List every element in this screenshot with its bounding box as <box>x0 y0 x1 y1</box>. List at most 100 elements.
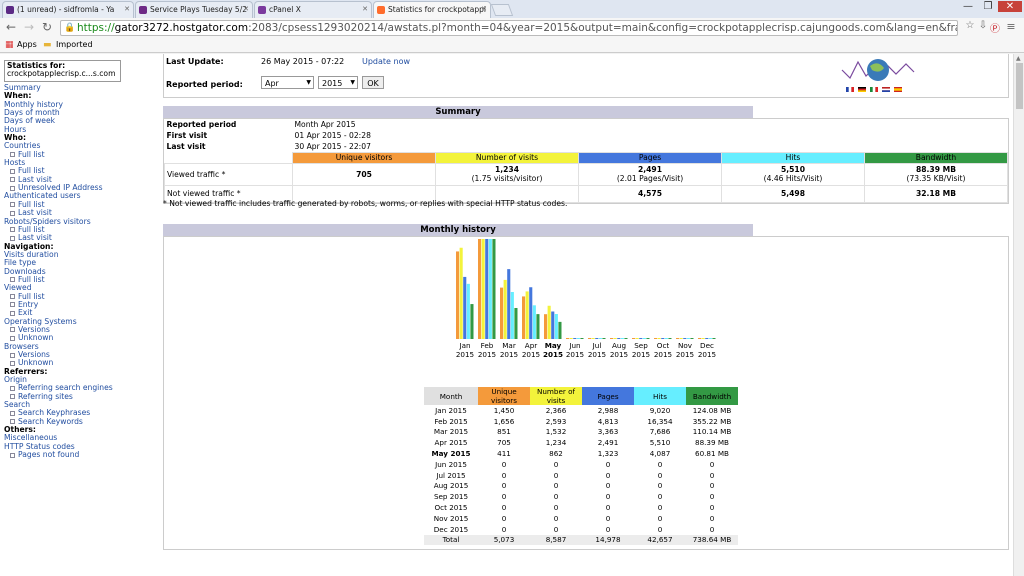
url-input[interactable]: 🔒 https://gator3272.hostgator.com:2083/cp… <box>60 20 958 36</box>
table-row: Jul 2015 0 0 0 0 0 <box>424 470 738 481</box>
bar-bandwidth <box>624 338 628 339</box>
scroll-up-icon[interactable]: ▲ <box>1016 55 1021 62</box>
year-tick-label: 2015 <box>500 350 518 359</box>
ok-button[interactable]: OK <box>362 76 384 89</box>
subitem-icon <box>10 394 15 400</box>
month-cell: Jul 2015 <box>436 470 466 480</box>
table-header: Month <box>424 387 478 405</box>
vertical-scrollbar[interactable]: ▲ <box>1013 54 1024 576</box>
header-box: Last Update: 26 May 2015 - 07:22 Update … <box>163 54 1009 98</box>
month-select[interactable]: Apr ▼ <box>261 76 314 89</box>
year-value: 2015 <box>322 79 343 88</box>
value-cell: 0 <box>553 503 559 513</box>
year-tick-label: 2015 <box>654 350 672 359</box>
stats-for-box: Statistics for: crockpotapplecrisp.c...s… <box>4 60 121 82</box>
value-cell: 0 <box>605 459 611 469</box>
value-cell: 0 <box>709 513 715 523</box>
bookmark-apps[interactable]: Apps <box>17 40 37 49</box>
scrollbar-thumb[interactable] <box>1016 63 1023 109</box>
bar-hits <box>576 338 580 339</box>
summary-column-header: Pages <box>578 151 722 164</box>
value-cell: 0 <box>709 459 715 469</box>
value-cell: 0 <box>553 459 559 469</box>
table-row: Feb 2015 1,656 2,593 4,813 16,354 355.22 MB <box>424 416 738 427</box>
bar-pages <box>463 276 467 339</box>
month-cell: Apr 2015 <box>434 438 468 448</box>
close-tab-icon[interactable]: ✕ <box>124 5 130 13</box>
back-icon[interactable]: ← <box>4 20 18 34</box>
update-now-link[interactable]: Update now <box>362 57 410 66</box>
bar-unique-visitors <box>676 338 680 339</box>
bar-bandwidth <box>558 321 562 339</box>
sidebar-item[interactable]: Pages not found <box>4 450 159 459</box>
viewed-traffic-cell: 705 <box>292 162 436 186</box>
bar-hits <box>598 338 602 339</box>
value-cell: 0 <box>553 470 559 480</box>
reload-icon[interactable]: ↻ <box>40 20 54 34</box>
sidebar-item[interactable]: Days of week <box>4 117 159 125</box>
year-select[interactable]: 2015 ▼ <box>318 76 358 89</box>
summary-box: Reported period Month Apr 2015 First vis… <box>163 118 1009 204</box>
close-tab-icon[interactable]: ✕ <box>362 5 368 13</box>
cell-subvalue: (73.35 KB/Visit) <box>906 174 966 183</box>
viewed-traffic-row: Viewed traffic * 705 1,234 (1.75 visits/vi… <box>164 162 1008 186</box>
bar-bandwidth <box>602 338 606 339</box>
value-cell: 88.39 MB <box>695 438 729 448</box>
month-tick-label: Jan <box>458 341 470 350</box>
bar-hits <box>510 292 514 339</box>
minimize-icon[interactable]: — <box>958 1 978 12</box>
summary-column-header: Hits <box>721 151 865 164</box>
viewed-traffic-cell: 88.39 MB (73.35 KB/Visit) <box>864 162 1008 186</box>
blank-cell <box>165 152 293 163</box>
new-tab-button[interactable] <box>490 4 514 16</box>
bar-pages <box>639 338 643 339</box>
tab-statistics[interactable]: Statistics for crockpotappl ✕ <box>373 1 491 18</box>
cell-value: 2,491 <box>637 165 663 174</box>
value-cell: 0 <box>605 481 611 491</box>
bar-hits <box>488 239 492 339</box>
value-cell: 2,593 <box>545 416 567 426</box>
bar-hits <box>532 305 536 339</box>
tab-yahoo-mail[interactable]: (1 unread) - sidfromla - Ya ✕ <box>2 1 134 18</box>
sidebar-item[interactable]: Full list <box>4 150 159 159</box>
table-row: Sep 2015 0 0 0 0 0 <box>424 491 738 502</box>
bar-unique-visitors <box>610 338 614 339</box>
tab-cpanel[interactable]: cPanel X ✕ <box>254 1 372 18</box>
folder-icon: ▬ <box>43 40 52 50</box>
bookmarks-bar: ▦ Apps ▬ Imported <box>0 38 1024 53</box>
bar-hits <box>686 338 690 339</box>
bar-unique-visitors <box>632 338 636 339</box>
sidebar-item[interactable]: Hours <box>4 125 159 134</box>
table-header: Number of visits <box>530 387 582 405</box>
pinterest-icon[interactable]: Ⓟ <box>988 20 1002 35</box>
bar-number-of-visits <box>481 239 485 339</box>
maximize-icon[interactable]: ❐ <box>978 1 998 12</box>
bar-number-of-visits <box>525 291 529 339</box>
close-window-icon[interactable]: ✕ <box>998 1 1022 12</box>
bar-pages <box>485 239 489 339</box>
close-tab-icon[interactable]: ✕ <box>243 5 249 13</box>
month-tick-label: Apr <box>525 341 537 350</box>
value-cell: 0 <box>605 503 611 513</box>
bar-pages <box>661 338 665 339</box>
value-cell: 0 <box>657 513 663 523</box>
bar-number-of-visits <box>547 305 551 339</box>
browser-chrome: (1 unread) - sidfromla - Ya ✕ Service Pla… <box>0 0 1024 54</box>
bar-pages <box>595 338 599 339</box>
year-tick-label: 2015 <box>676 350 694 359</box>
value-cell: 7,686 <box>649 427 671 437</box>
month-tick-label: Aug <box>612 341 626 350</box>
value-cell: 4,813 <box>597 416 619 426</box>
star-icon[interactable]: ☆ <box>963 20 977 31</box>
bookmark-imported[interactable]: Imported <box>56 40 93 49</box>
forward-icon[interactable]: → <box>22 20 36 34</box>
close-tab-icon[interactable]: ✕ <box>481 5 487 13</box>
summary-column-header: Unique visitors <box>292 151 436 164</box>
year-tick-label: 2015 <box>610 350 628 359</box>
month-cell: Jun 2015 <box>435 459 467 469</box>
value-cell: 0 <box>553 513 559 523</box>
menu-icon[interactable]: ≡ <box>1004 20 1018 33</box>
chevron-down-icon: ▼ <box>306 79 311 86</box>
tab-service-plays[interactable]: Service Plays Tuesday 5/2 ✕ <box>135 1 253 18</box>
bar-bandwidth <box>712 338 716 339</box>
